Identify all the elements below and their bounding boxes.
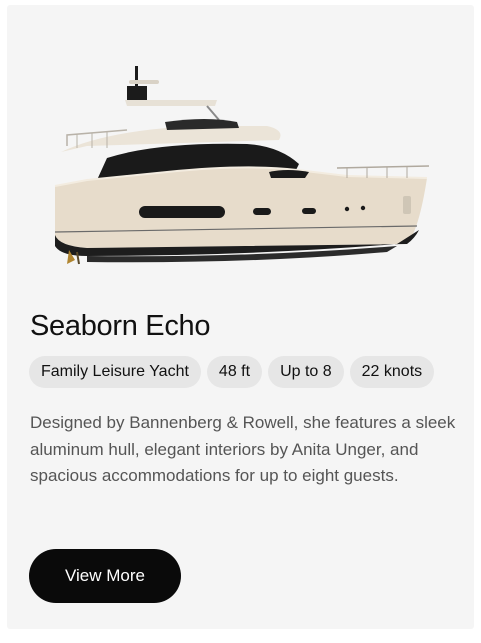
spec-chip-length: 48 ft [206,356,263,388]
spec-chips: Family Leisure Yacht 48 ft Up to 8 22 kn… [29,356,435,388]
yacht-image [47,60,437,270]
spec-chip-guests: Up to 8 [268,356,344,388]
spec-chip-type: Family Leisure Yacht [29,356,201,388]
yacht-card: Seaborn Echo Family Leisure Yacht 48 ft … [7,5,474,629]
product-title: Seaborn Echo [30,310,211,342]
spec-chip-speed: 22 knots [349,356,435,388]
view-more-button[interactable]: View More [29,549,181,603]
product-description: Designed by Bannenberg & Rowell, she fea… [30,413,456,485]
